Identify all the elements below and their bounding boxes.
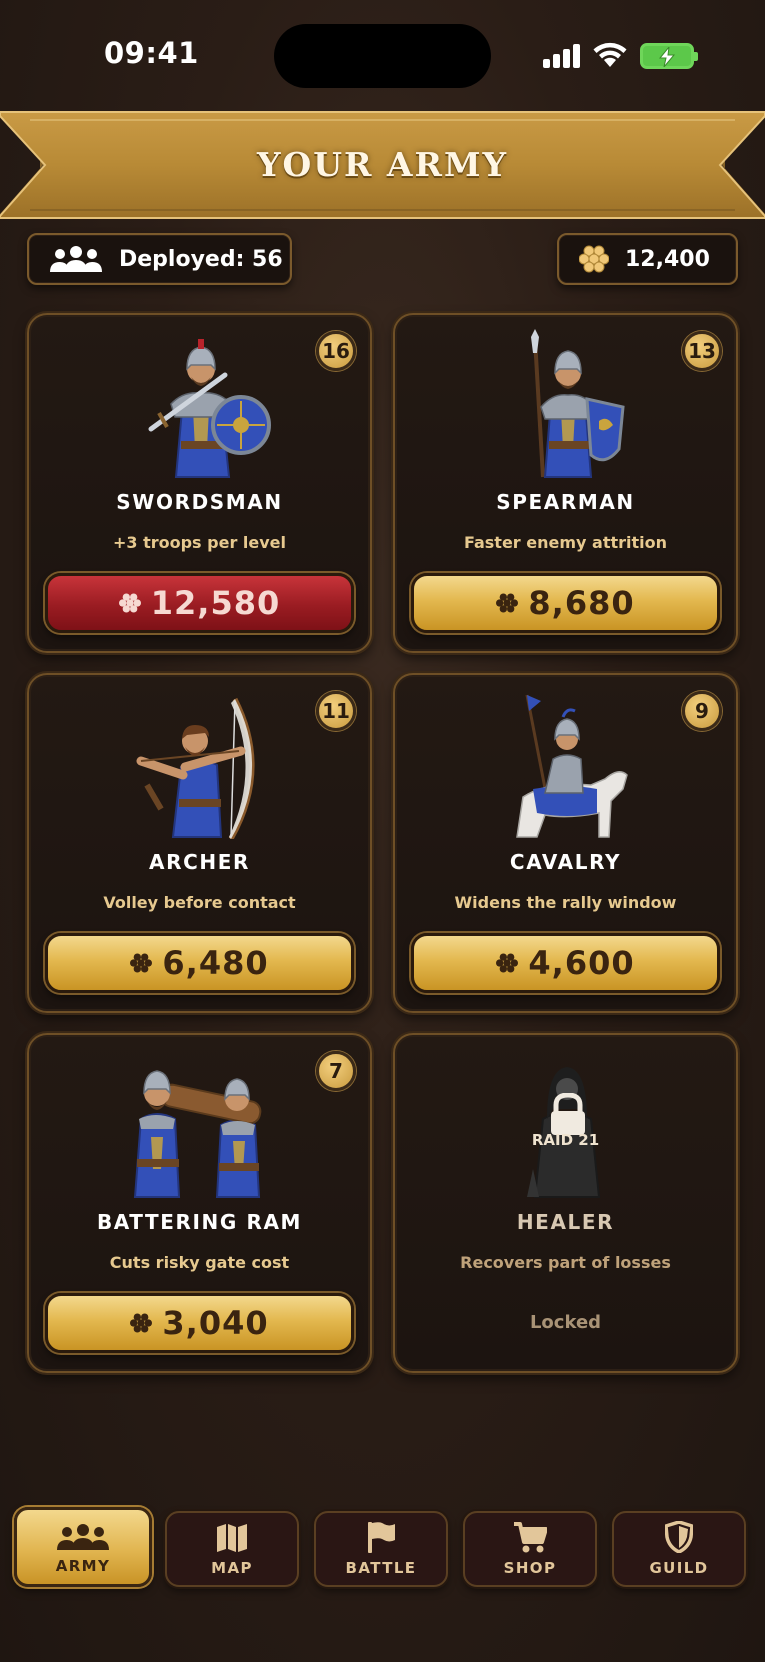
battering-ram-portrait [133, 1070, 262, 1198]
locked-status: Locked [529, 1312, 602, 1333]
page-title: YOUR ARMY [256, 145, 509, 184]
unit-description: Recovers part of losses [460, 1253, 671, 1272]
battery-charging-icon [640, 43, 698, 69]
upgrade-cost: 8,680 [528, 584, 635, 622]
nav-tab-shop[interactable]: SHOP [463, 1511, 597, 1587]
cellular-signal-icon [543, 44, 581, 68]
nav-label: ARMY [55, 1557, 111, 1575]
deployed-count: Deployed: 56 [119, 246, 283, 272]
unit-level-badge: 7 [316, 1051, 356, 1091]
shield-icon [665, 1521, 693, 1553]
deployed-counter: Deployed: 56 [27, 233, 292, 285]
upgrade-button[interactable]: 8,680 [411, 573, 720, 633]
nav-tab-guild[interactable]: GUILD [612, 1511, 746, 1587]
unit-description: Faster enemy attrition [463, 533, 668, 552]
unit-description: +3 troops per level [112, 533, 287, 552]
unit-level-badge: 13 [682, 331, 722, 371]
gold-coins-icon [130, 952, 153, 974]
unlock-requirement: RAID 21 [531, 1131, 600, 1149]
upgrade-button[interactable]: 12,580 [45, 573, 354, 633]
swordsman-portrait [148, 339, 271, 478]
gold-coins-icon [118, 592, 141, 614]
cavalry-portrait [516, 694, 628, 838]
map-icon [216, 1521, 248, 1553]
unit-card-swordsman[interactable]: 16 SWORDSMAN +3 troops per level 12,580 [27, 313, 372, 653]
unit-card-archer[interactable]: 11 ARCHER Volley before contact 6,480 [27, 673, 372, 1013]
gold-coins-icon [579, 245, 609, 273]
upgrade-button[interactable]: 3,040 [45, 1293, 354, 1353]
nav-tab-battle[interactable]: BATTLE [314, 1511, 448, 1587]
unit-name: SWORDSMAN [116, 490, 283, 514]
unit-name: SPEARMAN [496, 490, 635, 514]
upgrade-cost: 12,580 [150, 584, 281, 622]
dynamic-island [274, 24, 491, 88]
nav-label: GUILD [649, 1559, 709, 1577]
status-time: 09:41 [104, 36, 199, 70]
unit-name: CAVALRY [509, 850, 622, 874]
unit-name: BATTERING RAM [96, 1210, 303, 1234]
cart-icon [513, 1521, 547, 1553]
nav-label: MAP [211, 1559, 253, 1577]
archer-portrait [136, 697, 255, 839]
unit-card-cavalry[interactable]: 9 CAVALRY Widens the rally window 4,600 [393, 673, 738, 1013]
unit-description: Widens the rally window [454, 893, 677, 912]
upgrade-button[interactable]: 6,480 [45, 933, 354, 993]
troops-icon [49, 245, 103, 273]
gold-coins-icon [496, 592, 519, 614]
unit-name: ARCHER [149, 850, 250, 874]
upgrade-cost: 4,600 [528, 944, 635, 982]
unit-level-badge: 11 [316, 691, 356, 731]
unit-description: Cuts risky gate cost [109, 1253, 290, 1272]
army-icon [56, 1519, 110, 1551]
upgrade-cost: 3,040 [162, 1304, 269, 1342]
gold-balance: 12,400 [557, 233, 738, 285]
unit-card-spearman[interactable]: 13 SPEARMAN Faster enemy attrition 8,680 [393, 313, 738, 653]
nav-label: SHOP [503, 1559, 557, 1577]
nav-tab-map[interactable]: MAP [165, 1511, 299, 1587]
flag-icon [366, 1521, 396, 1553]
unit-name: HEALER [516, 1210, 615, 1234]
status-bar: 09:41 [0, 0, 765, 100]
unit-description: Volley before contact [103, 893, 296, 912]
spearman-portrait [531, 329, 625, 478]
nav-tab-army[interactable]: ARMY [14, 1507, 152, 1587]
nav-label: BATTLE [345, 1559, 417, 1577]
unit-level-badge: 9 [682, 691, 722, 731]
upgrade-button[interactable]: 4,600 [411, 933, 720, 993]
gold-coins-icon [130, 1312, 153, 1334]
unit-card-healer[interactable]: RAID 21 HEALER Recovers part of losses L… [393, 1033, 738, 1373]
gold-amount: 12,400 [625, 246, 710, 272]
wifi-icon [593, 42, 627, 67]
upgrade-cost: 6,480 [162, 944, 269, 982]
unit-level-badge: 16 [316, 331, 356, 371]
gold-coins-icon [496, 952, 519, 974]
unit-card-battering-ram[interactable]: 7 BATTERING RAM Cuts risky gate cost 3,0… [27, 1033, 372, 1373]
